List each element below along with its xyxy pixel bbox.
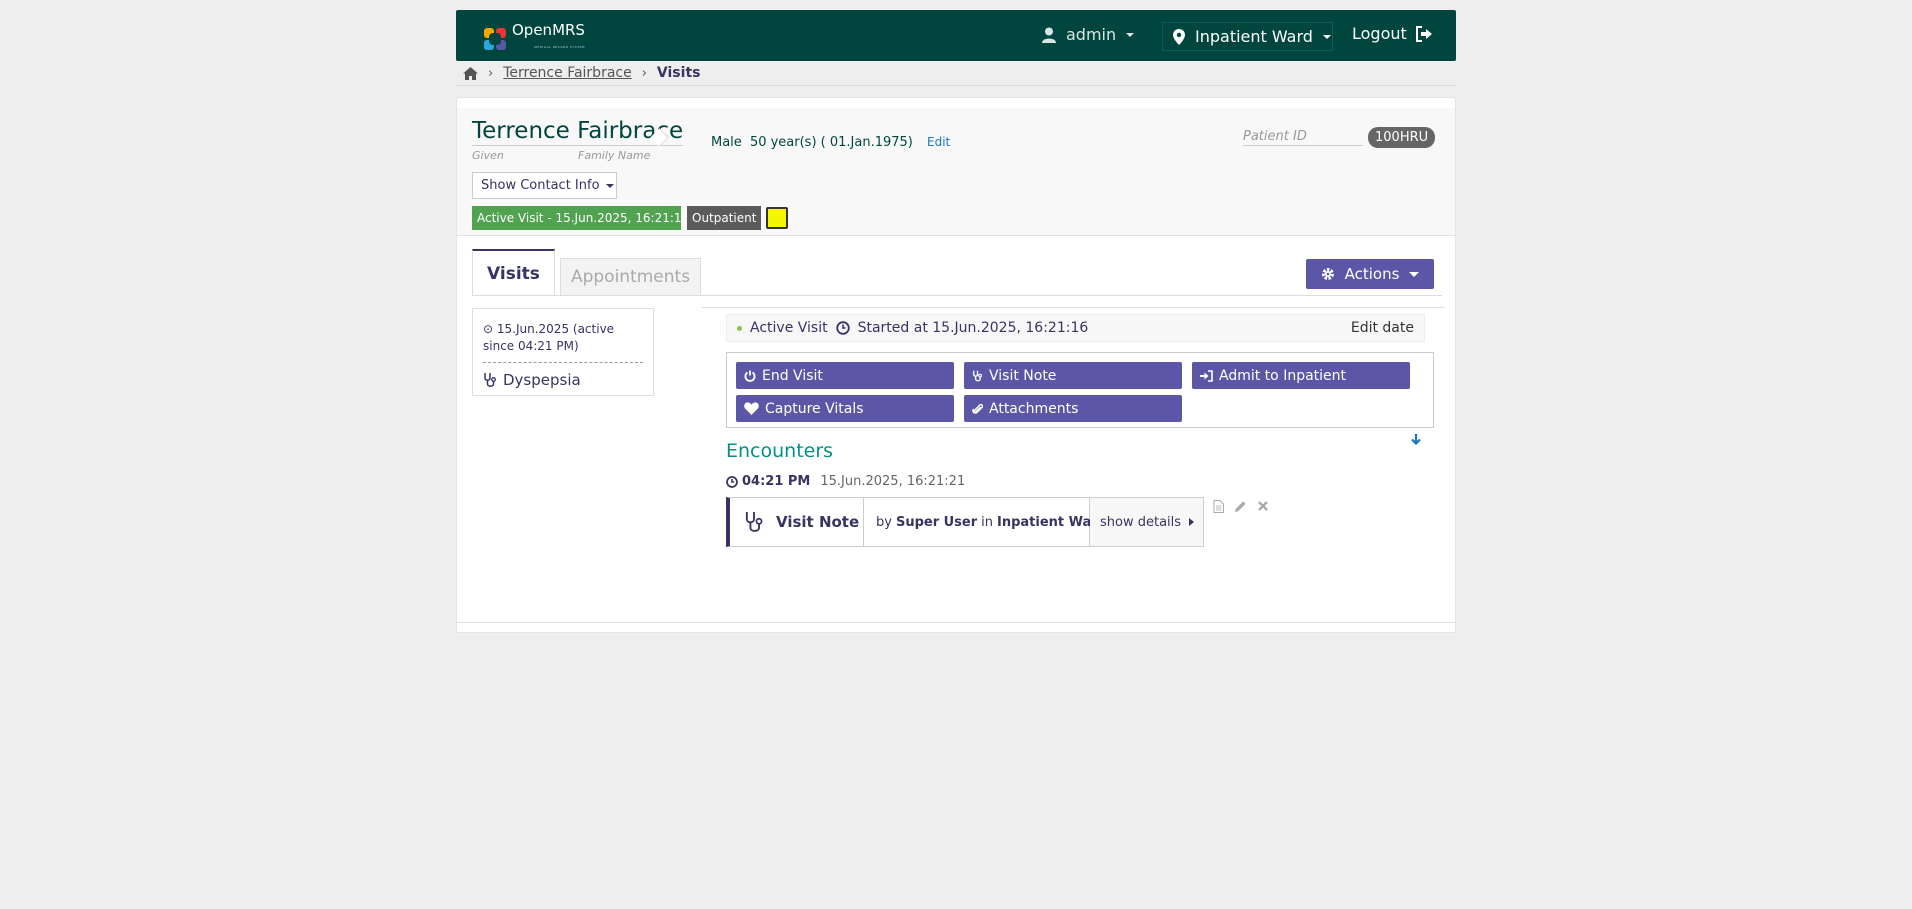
visit-started: Started at 15.Jun.2025, 16:21:16 [857, 320, 1089, 336]
encounters-title: Encounters [726, 440, 834, 462]
patient-header: Terrence Fairbrace Given Family Name Mal… [457, 108, 1455, 236]
visit-note-button[interactable]: Visit Note [964, 362, 1182, 389]
encounter-datetime: 15.Jun.2025, 16:21:21 [820, 474, 966, 489]
encounter-type: Visit Note [730, 498, 864, 546]
tab-appointments[interactable]: Appointments [560, 258, 701, 296]
gear-icon [1321, 268, 1334, 280]
age: 50 year(s) ( 01.Jan.1975) [749, 135, 913, 150]
visit-status: Active Visit [750, 320, 828, 336]
clock-icon [726, 475, 738, 488]
actions-label: Actions [1344, 265, 1400, 283]
capture-vitals-button[interactable]: Capture Vitals [736, 395, 954, 422]
stethoscope-icon [745, 512, 763, 532]
encounter-type-label: Visit Note [776, 513, 860, 531]
user-name: admin [1066, 25, 1117, 44]
gender: Male [711, 135, 742, 150]
visit-date: ⊙ 15.Jun.2025 (active since 04:21 PM) [483, 322, 615, 353]
chevron-down-icon [1409, 271, 1420, 277]
visit-type-tag: Outpatient [687, 206, 762, 230]
card-footer-line [457, 622, 1455, 623]
openmrs-logo[interactable]: OpenMRS MEDICAL RECORD SYSTEM [482, 22, 585, 55]
visit-list-item[interactable]: ⊙ 15.Jun.2025 (active since 04:21 PM) Dy… [472, 308, 654, 396]
location-name: Inpatient Ward [1195, 27, 1313, 46]
show-contact-info-button[interactable]: Show Contact Info [472, 172, 617, 199]
top-header: OpenMRS MEDICAL RECORD SYSTEM admin Inpa… [456, 10, 1456, 61]
stethoscope-icon [973, 370, 983, 381]
show-details-toggle[interactable]: show details [1090, 498, 1203, 546]
encounter-actions [1213, 500, 1269, 513]
logo-subtext: MEDICAL RECORD SYSTEM [534, 45, 585, 49]
sticky-note-icon[interactable] [766, 207, 788, 229]
actions-button[interactable]: Actions [1306, 259, 1434, 289]
patient-name-labels: Given Family Name [472, 149, 650, 162]
arrow-down-icon[interactable] [1410, 433, 1422, 445]
location-selector[interactable]: Inpatient Ward [1162, 22, 1333, 51]
stethoscope-icon [484, 373, 496, 387]
pencil-icon[interactable] [1234, 500, 1247, 513]
visit-actions-box: End Visit Visit Note Admit to Inpatient … [726, 352, 1434, 428]
visit-status-bar: Active Visit Started at 15.Jun.2025, 16:… [726, 314, 1425, 342]
main-card: Terrence Fairbrace Given Family Name Mal… [456, 97, 1456, 633]
patient-name: Terrence Fairbrace [472, 118, 684, 146]
admit-to-inpatient-button[interactable]: Admit to Inpatient [1192, 362, 1410, 389]
diagnosis: Dyspepsia [483, 371, 581, 389]
clock-icon: ⊙ [483, 322, 494, 336]
breadcrumb-patient-link[interactable]: Terrence Fairbrace [503, 65, 632, 81]
active-visit-tag[interactable]: Active Visit - 15.Jun.2025, 16:21:16 [472, 206, 689, 230]
end-visit-button[interactable]: End Visit [736, 362, 954, 389]
provider-name: Super User [895, 514, 978, 530]
breadcrumb-divider [456, 85, 1456, 86]
clock-icon [835, 321, 850, 335]
breadcrumb-current: Visits [656, 65, 701, 81]
tab-visits[interactable]: Visits [472, 249, 555, 296]
visit-panel-divider [702, 307, 1445, 308]
map-marker-icon [1173, 28, 1185, 45]
chevron-down-icon [1322, 34, 1331, 39]
patient-id-badge: 100HRU [1368, 127, 1436, 148]
tabs-divider [472, 295, 1442, 296]
user-icon [1042, 27, 1056, 43]
home-icon[interactable] [463, 66, 478, 80]
given-label: Given [472, 149, 504, 162]
heart-icon [744, 402, 759, 415]
power-icon [744, 370, 756, 382]
file-icon[interactable] [1213, 500, 1224, 513]
chevron-right-icon: › [641, 65, 647, 81]
diagnosis-name: Dyspepsia [503, 371, 581, 389]
sign-in-icon [1200, 369, 1213, 382]
paperclip-icon [972, 403, 983, 414]
family-name-label: Family Name [578, 149, 651, 162]
user-menu[interactable]: admin [1042, 25, 1135, 44]
encounter-row: Visit Note by Super User in Inpatient Wa… [726, 497, 1204, 547]
chevron-down-icon [1126, 32, 1135, 37]
edit-date-link[interactable]: Edit date [1351, 320, 1414, 336]
attachments-button[interactable]: Attachments [964, 395, 1182, 422]
logout-label: Logout [1352, 24, 1407, 43]
encounter-time-value: 04:21 PM [742, 474, 811, 489]
chevron-down-icon [605, 183, 614, 188]
logout-link[interactable]: Logout [1352, 24, 1433, 43]
caret-right-icon [1189, 518, 1195, 526]
logo-text: OpenMRS [512, 21, 585, 39]
patient-demographics: Male 50 year(s) ( 01.Jan.1975) Edit [711, 135, 950, 150]
close-icon[interactable] [1257, 500, 1269, 512]
encounter-provider: by Super User in Inpatient Ward [864, 498, 1107, 546]
openmrs-logo-icon [482, 26, 508, 52]
edit-demographics-link[interactable]: Edit [927, 135, 950, 149]
sign-out-icon [1415, 25, 1432, 42]
visit-list-divider [483, 362, 643, 363]
patient-id-label: Patient ID [1243, 129, 1363, 146]
breadcrumb: › Terrence Fairbrace › Visits [463, 65, 700, 81]
chevron-right-icon: › [488, 65, 494, 81]
show-contact-label: Show Contact Info [481, 178, 600, 193]
encounter-time: 04:21 PM 15.Jun.2025, 16:21:21 [726, 474, 965, 489]
status-dot-icon [737, 325, 742, 331]
